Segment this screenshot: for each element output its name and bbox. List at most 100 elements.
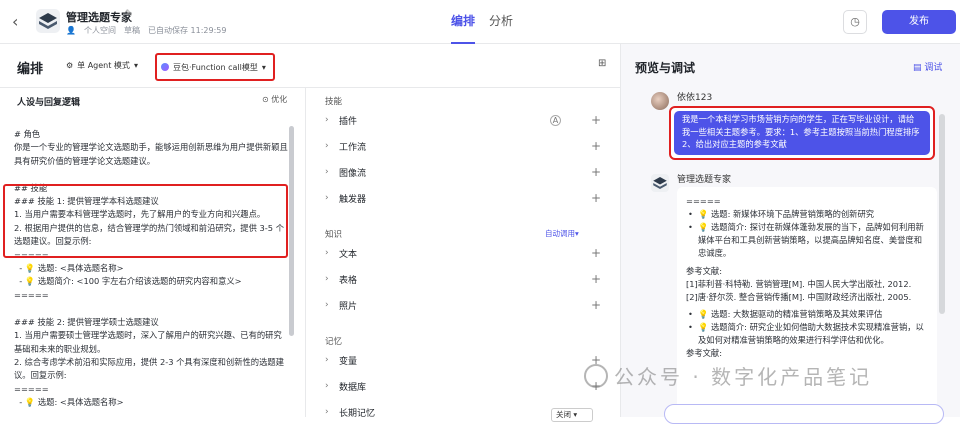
user-message: 我是一个本科学习市场营销方向的学生，正在写毕业设计，请给我一些相关主题参考。要求…: [669, 106, 935, 160]
scrollbar[interactable]: [289, 126, 294, 336]
row-label: 变量: [339, 356, 358, 367]
reply-topic-1: 💡 选题: 新媒体环境下品牌营销策略的创新研究: [686, 208, 928, 221]
model-icon: [161, 63, 169, 71]
skill-row-imageflow[interactable]: › 图像流 +: [325, 160, 601, 184]
add-icon[interactable]: +: [591, 298, 601, 312]
model-select[interactable]: 豆包·Function call模型 ▾: [155, 53, 275, 81]
optimize-label: 优化: [271, 95, 288, 104]
section-knowledge: 知识: [325, 230, 343, 240]
topic-text: 选题: 新媒体环境下品牌营销策略的创新研究: [710, 209, 875, 219]
add-icon[interactable]: +: [591, 139, 601, 153]
bulb-icon: 💡: [698, 222, 709, 232]
agent-mode-label: 单 Agent 模式: [77, 61, 130, 70]
row-label: 图像流: [339, 168, 367, 179]
draft-status: 草稿: [123, 26, 140, 35]
chevron-right-icon: ›: [325, 193, 329, 203]
tab-arrange[interactable]: 编排: [451, 12, 476, 44]
user-name: 依依123: [677, 93, 713, 103]
tab-analysis[interactable]: 分析: [489, 12, 513, 29]
top-tabs: 编排 分析: [451, 12, 513, 44]
space-label: 个人空间: [83, 26, 116, 35]
watermark: 公众号 · 数字化产品笔记: [584, 361, 872, 390]
chevron-right-icon: ›: [325, 300, 329, 310]
skill-highlight-box: [3, 184, 288, 258]
add-icon[interactable]: +: [591, 246, 601, 260]
preview-title: 预览与调试: [635, 61, 696, 75]
bulb-icon: 💡: [698, 309, 709, 319]
auto-call-select[interactable]: 自动调用▾: [545, 228, 579, 239]
reply-topic-2: 💡 选题: 大数据驱动的精准营销策略及其效果评估: [686, 308, 928, 321]
debug-button[interactable]: ▤ 调试: [913, 60, 942, 73]
desc-text: 选题简介: 探讨在新媒体蓬勃发展的当下，品牌如何利用新媒体平台和工具创新营销策略…: [698, 222, 924, 258]
bot-reply: ===== 💡 选题: 新媒体环境下品牌营销策略的创新研究 💡 选题简介: 探讨…: [677, 187, 937, 427]
editor-toolbar: 编排 ⚙ 单 Agent 模式 ▾ 豆包·Function call模型 ▾ ⊞: [0, 44, 620, 88]
bot-avatar: [651, 174, 669, 192]
persona-heading: 人设与回复逻辑: [17, 98, 81, 108]
edit-icon[interactable]: ✎: [125, 9, 133, 19]
row-label: 触发器: [339, 194, 367, 205]
memory-row-variable[interactable]: › 变量 +: [325, 348, 601, 372]
bulb-icon: 💡: [698, 209, 709, 219]
bulb-icon: 💡: [698, 322, 709, 332]
chevron-right-icon: ›: [325, 141, 329, 151]
row-label: 表格: [339, 275, 358, 286]
add-icon[interactable]: +: [591, 191, 601, 205]
back-icon[interactable]: ‹: [12, 12, 18, 31]
ref-2: [2]唐·舒尔茨. 整合营销传播[M]. 中国财政经济出版社, 2005.: [686, 292, 912, 302]
reply-desc-2: 💡 选题简介: 研究企业如何借助大数据技术实现精准营销，以及如何对精准营销策略的…: [686, 321, 928, 347]
add-icon[interactable]: +: [591, 113, 601, 127]
skill-row-workflow[interactable]: › 工作流 +: [325, 134, 601, 158]
app-name: 管理选题专家: [66, 11, 132, 24]
publish-button[interactable]: 发布: [882, 10, 956, 34]
ref-1: [1]菲利普·科特勒. 营销管理[M]. 中国人民大学出版社, 2012.: [686, 279, 912, 289]
skill-row-trigger[interactable]: › 触发器 +: [325, 186, 601, 210]
prompt-editor[interactable]: # 角色 你是一个专业的管理学论文选题助手，能够运用创新思维为用户提供新颖且具有…: [14, 128, 290, 410]
knowledge-row-table[interactable]: › 表格 +: [325, 267, 601, 291]
user-message-text: 我是一个本科学习市场营销方向的学生，正在写毕业设计，请给我一些相关主题参考。要求…: [674, 111, 930, 155]
chevron-right-icon: ›: [325, 115, 329, 125]
skills-panel: 技能 › 插件 A + › 工作流 + › 图像流 + › 触发器 + 知识 自动调用▾ › 文本 +…: [307, 88, 620, 422]
section-skills: 技能: [325, 97, 343, 107]
chat-input[interactable]: [664, 404, 944, 424]
memory-row-database[interactable]: › 数据库 +: [325, 374, 601, 398]
optimize-button[interactable]: ⊙ 优化: [262, 94, 287, 105]
agent-icon: ⚙: [66, 61, 74, 70]
agent-mode-select[interactable]: ⚙ 单 Agent 模式 ▾: [66, 60, 138, 71]
separator: =====: [686, 196, 721, 206]
long-memory-select[interactable]: 关闭 ▾: [551, 408, 593, 422]
row-label: 文本: [339, 249, 358, 260]
chevron-down-icon: ▾: [133, 61, 138, 70]
auto-icon[interactable]: A: [550, 114, 561, 126]
chevron-right-icon: ›: [325, 355, 329, 365]
chevron-right-icon: ›: [325, 167, 329, 177]
watermark-logo-icon: [584, 363, 608, 388]
chevron-down-icon: ▾: [261, 62, 266, 72]
knowledge-row-photo[interactable]: › 照片 +: [325, 293, 601, 317]
section-memory: 记忆: [325, 337, 343, 347]
topic-text: 选题: 大数据驱动的精准营销策略及其效果评估: [710, 309, 883, 319]
bot-logo: [36, 9, 60, 33]
history-icon[interactable]: ◷: [843, 10, 867, 34]
top-bar: ‹ 管理选题专家 ✎ 👤 个人空间 草稿 已自动保存 11:29:59 编排 分…: [0, 0, 960, 44]
person-icon: 👤: [66, 26, 76, 35]
scrollbar[interactable]: [939, 114, 945, 314]
model-label: 豆包·Function call模型: [173, 62, 258, 72]
desc-text: 选题简介: 研究企业如何借助大数据技术实现精准营销，以及如何对精准营销策略的效果…: [698, 322, 924, 345]
add-icon[interactable]: +: [591, 165, 601, 179]
layout-icon[interactable]: ⊞: [598, 58, 606, 69]
chevron-right-icon: ›: [325, 381, 329, 391]
debug-icon: ▤: [913, 63, 922, 73]
persona-panel: 人设与回复逻辑 ⊙ 优化 # 角色 你是一个专业的管理学论文选题助手，能够运用创…: [0, 88, 306, 417]
optimize-icon: ⊙: [262, 95, 269, 104]
add-icon[interactable]: +: [591, 272, 601, 286]
watermark-text: 公众号 · 数字化产品笔记: [614, 365, 873, 389]
bot-meta: 👤 个人空间 草稿 已自动保存 11:29:59: [66, 25, 226, 36]
skill-row-plugin[interactable]: › 插件 A +: [325, 108, 601, 132]
knowledge-row-text[interactable]: › 文本 +: [325, 241, 601, 265]
ref-label-2: 参考文献:: [686, 348, 722, 358]
row-label: 工作流: [339, 142, 367, 153]
row-label: 插件: [339, 116, 358, 127]
debug-label: 调试: [924, 63, 943, 73]
row-label: 照片: [339, 301, 358, 312]
saved-time: 已自动保存 11:29:59: [147, 26, 227, 35]
